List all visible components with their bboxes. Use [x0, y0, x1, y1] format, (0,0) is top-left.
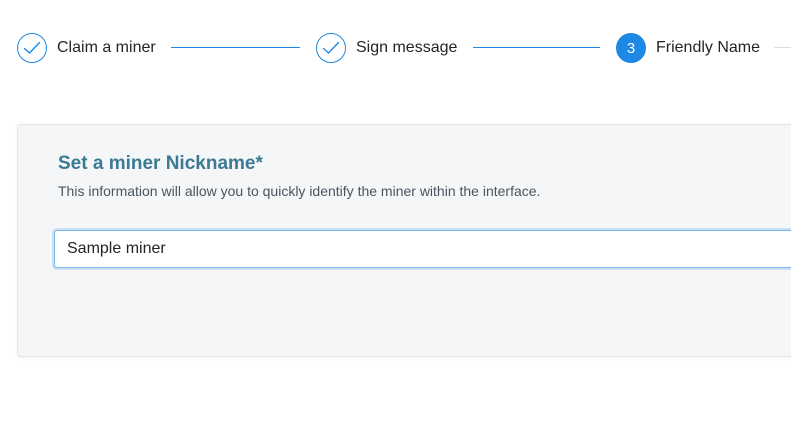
step-connector: [171, 47, 300, 48]
nickname-input[interactable]: [54, 230, 791, 268]
step-done-circle: [17, 33, 47, 63]
step-sign-message: Sign message: [316, 32, 457, 64]
nickname-card: Set a miner Nickname* This information w…: [17, 124, 791, 357]
step-done-circle: [316, 33, 346, 63]
step-claim-miner: Claim a miner: [17, 32, 156, 64]
checkmark-icon: [23, 41, 41, 54]
stepper: Claim a miner Sign message 3 Friendly Na…: [0, 0, 791, 96]
card-description: This information will allow you to quick…: [58, 183, 541, 199]
step-connector: [473, 47, 600, 48]
checkmark-icon: [322, 41, 340, 54]
step-label: Sign message: [356, 39, 458, 56]
step-connector: [774, 47, 791, 48]
step-number-badge: 3: [616, 33, 646, 63]
step-friendly-name: 3 Friendly Name: [616, 32, 760, 64]
step-label: Claim a miner: [57, 39, 156, 56]
card-title: Set a miner Nickname*: [58, 153, 263, 174]
step-label: Friendly Name: [656, 39, 761, 56]
